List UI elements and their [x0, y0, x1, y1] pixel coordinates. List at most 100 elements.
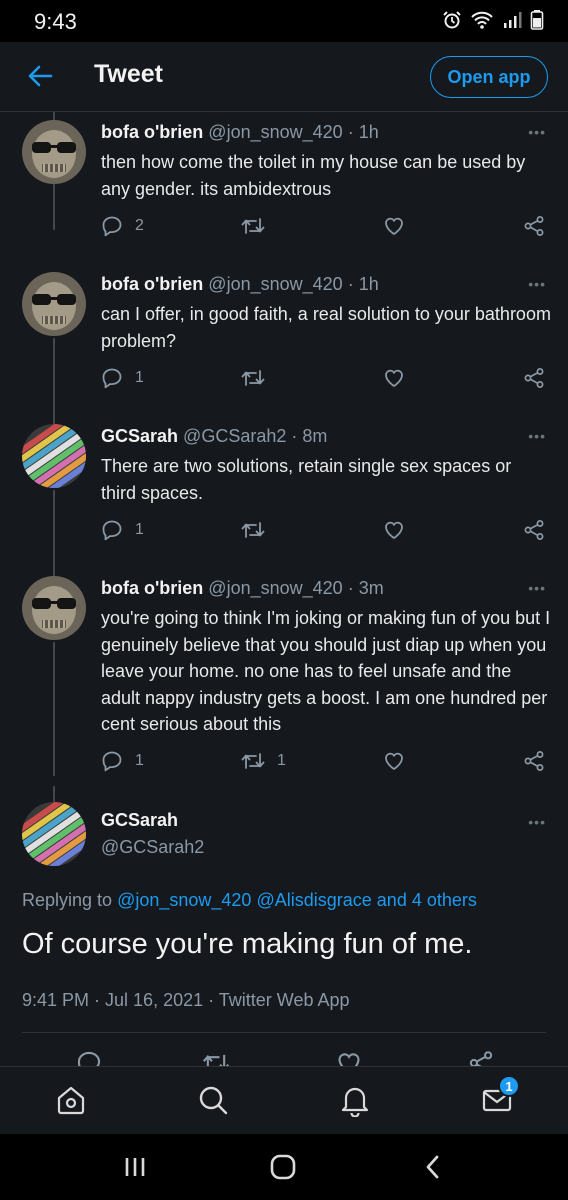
tweet-header: GCSarah @GCSarah2 · 8m	[101, 426, 327, 447]
reply-icon[interactable]	[76, 1050, 102, 1066]
focal-author-handle[interactable]: @GCSarah2	[101, 837, 204, 858]
share-icon	[524, 751, 544, 771]
open-app-button[interactable]: Open app	[430, 56, 548, 98]
reply-tweet[interactable]: GCSarah @GCSarah2 · 8m ••• There are two…	[0, 424, 568, 566]
status-icons	[442, 9, 544, 31]
reply-count: 1	[135, 521, 144, 538]
tweet-text: then how come the toilet in my house can…	[101, 152, 526, 199]
retweet-count: 1	[277, 752, 286, 769]
more-options-icon[interactable]: •••	[528, 580, 546, 596]
tweet-age: 1h	[358, 274, 379, 294]
thread-connector	[53, 786, 55, 802]
recent-apps-icon[interactable]	[120, 1152, 150, 1182]
app-bar: Tweet Open app	[0, 42, 568, 112]
replying-prefix: Replying to	[22, 890, 113, 910]
notifications-icon[interactable]	[338, 1083, 372, 1117]
reply-button[interactable]: 1	[101, 519, 144, 541]
author-name[interactable]: bofa o'brien	[101, 274, 203, 294]
like-icon	[385, 752, 403, 770]
share-button[interactable]	[523, 215, 545, 237]
status-time: 9:43	[34, 9, 77, 34]
like-button[interactable]	[383, 367, 417, 389]
back-system-icon[interactable]	[418, 1152, 448, 1182]
tweet-age: 8m	[302, 426, 328, 446]
retweet-button[interactable]	[241, 367, 277, 389]
like-icon	[385, 521, 403, 539]
tweet-timestamp[interactable]: 9:41 PM · Jul 16, 2021 · Twitter Web App	[22, 990, 350, 1011]
tweet-text: you're going to think I'm joking or maki…	[101, 608, 551, 734]
home-icon[interactable]	[54, 1083, 88, 1117]
share-button[interactable]	[523, 519, 545, 541]
author-name[interactable]: bofa o'brien	[101, 122, 203, 142]
search-icon[interactable]	[196, 1083, 230, 1117]
replying-to: Replying to @jon_snow_420 @Alisdisgrace …	[22, 890, 477, 911]
avatar[interactable]	[22, 272, 86, 336]
share-icon[interactable]	[468, 1050, 494, 1066]
reply-button[interactable]: 1	[101, 367, 144, 389]
like-button[interactable]	[383, 519, 417, 541]
retweet-icon	[241, 370, 265, 386]
mention-link[interactable]: @Alisdisgrace	[256, 890, 371, 910]
reply-tweet[interactable]: bofa o'brien @jon_snow_420 · 3m ••• you'…	[0, 576, 568, 788]
home-system-icon[interactable]	[268, 1152, 298, 1182]
tweet-header: bofa o'brien @jon_snow_420 · 3m	[101, 578, 384, 599]
share-button[interactable]	[523, 367, 545, 389]
tweet-actions: 1	[101, 519, 551, 549]
reply-icon	[102, 368, 122, 389]
focal-tweet-text: Of course you're making fun of me.	[22, 928, 473, 960]
tweet-actions: 1 1	[101, 750, 551, 780]
mention-link[interactable]: @jon_snow_420	[117, 890, 251, 910]
separator-dot: ·	[347, 122, 354, 142]
separator-dot: ·	[291, 426, 298, 446]
author-handle[interactable]: @jon_snow_420	[208, 274, 342, 294]
author-name[interactable]: bofa o'brien	[101, 578, 203, 598]
retweet-button[interactable]	[241, 519, 277, 541]
like-button[interactable]	[383, 215, 417, 237]
reply-count: 1	[135, 752, 144, 769]
bottom-navigation: 1	[0, 1066, 568, 1134]
more-options-icon[interactable]: •••	[528, 276, 546, 292]
others-link[interactable]: and 4 others	[377, 890, 477, 910]
avatar[interactable]	[22, 120, 86, 184]
share-icon	[524, 520, 544, 540]
retweet-icon	[241, 753, 265, 769]
tweet-text: There are two solutions, retain single s…	[101, 456, 512, 503]
author-handle[interactable]: @jon_snow_420	[208, 578, 342, 598]
tweet-actions: 2	[101, 215, 551, 245]
wifi-icon	[471, 11, 493, 29]
author-handle[interactable]: @jon_snow_420	[208, 122, 342, 142]
like-button[interactable]	[383, 750, 417, 772]
reply-tweet[interactable]: bofa o'brien @jon_snow_420 · 1h ••• can …	[0, 272, 568, 414]
author-handle[interactable]: @GCSarah2	[183, 426, 286, 446]
alarm-icon	[443, 11, 461, 29]
separator-dot: ·	[347, 274, 354, 294]
like-icon[interactable]	[336, 1050, 362, 1066]
back-arrow-icon[interactable]	[26, 62, 54, 90]
retweet-button[interactable]: 1	[241, 750, 286, 772]
more-options-icon[interactable]: •••	[528, 428, 546, 444]
tweet-header: bofa o'brien @jon_snow_420 · 1h	[101, 122, 379, 143]
more-options-icon[interactable]: •••	[528, 124, 546, 140]
more-options-icon[interactable]: •••	[528, 814, 546, 830]
avatar[interactable]	[22, 424, 86, 488]
share-button[interactable]	[523, 750, 545, 772]
retweet-icon	[241, 522, 265, 538]
focal-avatar[interactable]	[22, 802, 86, 866]
reply-button[interactable]: 1	[101, 750, 144, 772]
separator-dot: ·	[347, 578, 354, 598]
share-icon	[524, 216, 544, 236]
divider	[22, 1032, 546, 1033]
retweet-button[interactable]	[241, 215, 277, 237]
messages-badge: 1	[498, 1075, 520, 1097]
reply-button[interactable]: 2	[101, 215, 144, 237]
reply-count: 1	[135, 369, 144, 386]
page-title: Tweet	[94, 60, 163, 88]
share-icon	[524, 368, 544, 388]
reply-tweet[interactable]: bofa o'brien @jon_snow_420 · 1h ••• then…	[0, 120, 568, 262]
avatar[interactable]	[22, 576, 86, 640]
focal-author-name[interactable]: GCSarah	[101, 810, 178, 831]
reply-count: 2	[135, 217, 144, 234]
author-name[interactable]: GCSarah	[101, 426, 178, 446]
like-icon	[385, 369, 403, 387]
retweet-icon[interactable]	[202, 1050, 230, 1066]
